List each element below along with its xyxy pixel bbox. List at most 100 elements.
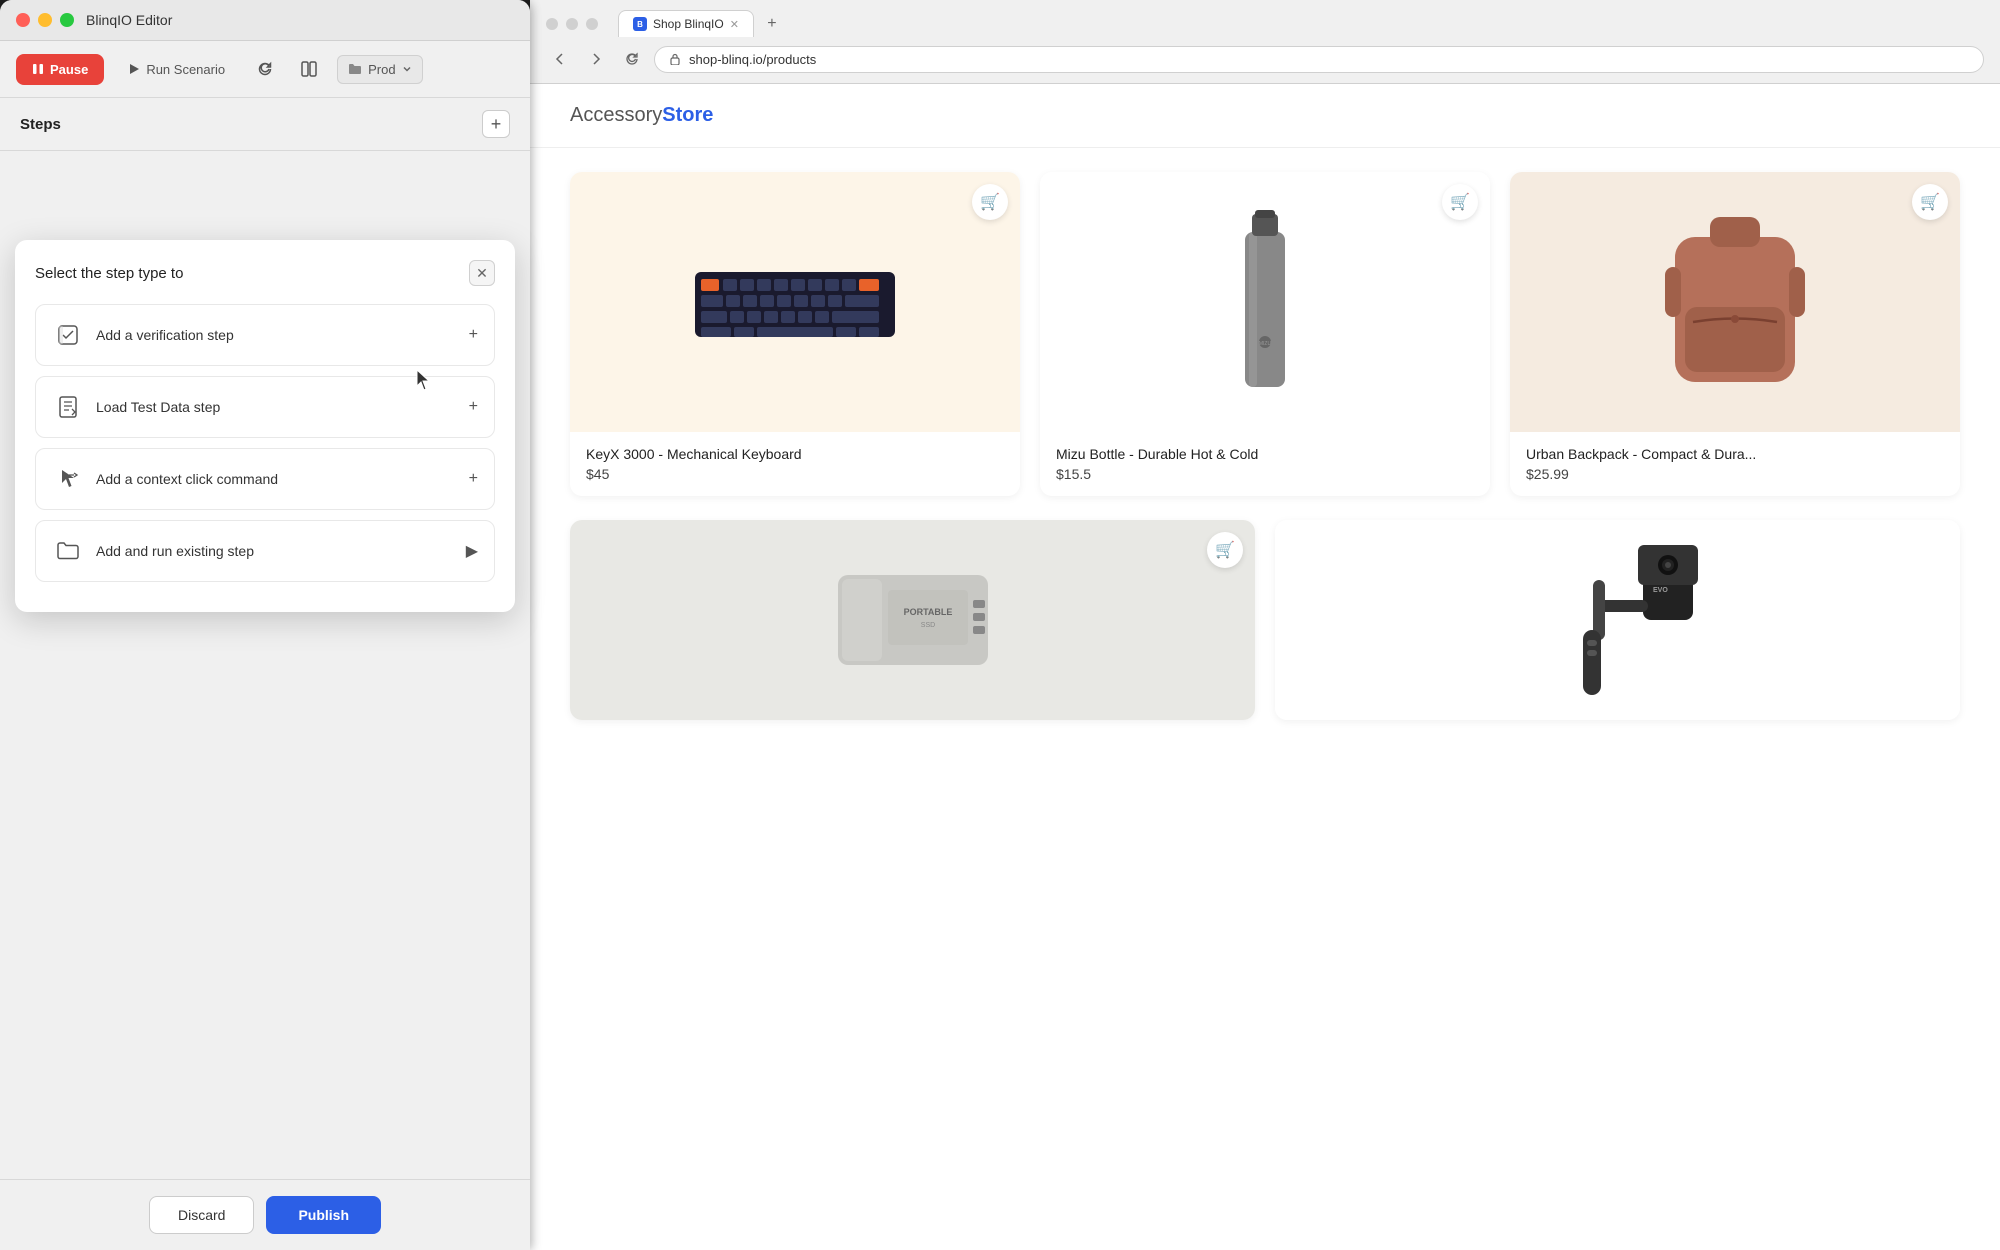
browser-tabs: B Shop BlinqIO ✕ + — [618, 10, 784, 37]
cart-button-ssd[interactable]: 🛒 — [1207, 532, 1243, 568]
forward-icon — [589, 52, 603, 66]
browser-content: AccessoryStore 🛒 — [530, 84, 2000, 1250]
browser-top-bar: B Shop BlinqIO ✕ + — [546, 10, 1984, 37]
steps-header: Steps + — [0, 98, 530, 151]
gimbal-image: EVO — [1533, 540, 1703, 700]
ssd-image: PORTABLE SSD — [818, 555, 1008, 685]
discard-button[interactable]: Discard — [149, 1196, 254, 1234]
browser-chrome: B Shop BlinqIO ✕ + — [530, 0, 2000, 84]
bottle-image: MIZU — [1225, 202, 1305, 402]
product-card-ssd: 🛒 PORTABLE SSD — [570, 520, 1255, 720]
product-img-ssd: 🛒 PORTABLE SSD — [570, 520, 1255, 720]
modal-close-button[interactable]: ✕ — [469, 260, 495, 286]
pause-icon — [32, 63, 44, 75]
minimize-traffic-light[interactable] — [38, 13, 52, 27]
existing-step-label: Add and run existing step — [96, 543, 254, 559]
layout-icon — [301, 61, 317, 77]
layout-button[interactable] — [293, 53, 325, 85]
refresh-button[interactable] — [249, 53, 281, 85]
browser-tab-active[interactable]: B Shop BlinqIO ✕ — [618, 10, 754, 37]
existing-step-icon — [52, 535, 84, 567]
env-label: Prod — [368, 62, 395, 77]
cart-button-bottle[interactable]: 🛒 — [1442, 184, 1478, 220]
shop-header: AccessoryStore — [530, 84, 2000, 148]
context-click-icon — [52, 463, 84, 495]
editor-bottom-bar: Discard Publish — [0, 1179, 530, 1250]
load-test-icon — [52, 391, 84, 423]
lock-icon — [669, 53, 681, 65]
run-label: Run Scenario — [146, 62, 225, 77]
step-type-modal: Select the step type to ✕ Add a verifica… — [15, 240, 515, 612]
pause-button[interactable]: Pause — [16, 54, 104, 85]
context-click-label: Add a context click command — [96, 471, 278, 487]
play-icon — [128, 63, 140, 75]
modal-title: Select the step type to — [35, 265, 183, 282]
traffic-lights — [16, 13, 74, 27]
run-scenario-button[interactable]: Run Scenario — [116, 54, 237, 85]
step-option-left-4: Add and run existing step — [52, 535, 254, 567]
step-option-context-click[interactable]: Add a context click command + — [35, 448, 495, 510]
context-click-add-icon: + — [469, 470, 478, 488]
browser-control-3 — [586, 18, 598, 30]
product-img-backpack: 🛒 — [1510, 172, 1960, 432]
verification-icon — [52, 319, 84, 351]
back-button[interactable] — [546, 45, 574, 73]
product-info-backpack: Urban Backpack - Compact & Dura... $25.9… — [1510, 432, 1960, 496]
shop-brand-light: Accessory — [570, 104, 662, 126]
modal-header: Select the step type to ✕ — [35, 260, 495, 286]
product-card-keyboard: 🛒 — [570, 172, 1020, 496]
steps-title: Steps — [20, 116, 61, 133]
browser-control-1 — [546, 18, 558, 30]
product-img-gimbal: EVO — [1275, 520, 1960, 720]
shop-brand: AccessoryStore — [570, 104, 1960, 127]
editor-panel: BlinqIO Editor Pause Run Scenario — [0, 0, 530, 1250]
publish-button[interactable]: Publish — [266, 1196, 381, 1234]
product-name-backpack: Urban Backpack - Compact & Dura... — [1526, 446, 1944, 462]
step-option-left-3: Add a context click command — [52, 463, 278, 495]
keyboard-image — [685, 252, 905, 352]
product-card-gimbal: EVO — [1275, 520, 1960, 720]
product-img-keyboard: 🛒 — [570, 172, 1020, 432]
tab-favicon: B — [633, 17, 647, 31]
verification-label: Add a verification step — [96, 327, 234, 343]
folder-icon — [348, 62, 362, 76]
cart-button-keyboard[interactable]: 🛒 — [972, 184, 1008, 220]
step-option-left-2: Load Test Data step — [52, 391, 220, 423]
reload-button[interactable] — [618, 45, 646, 73]
products-grid-row2: 🛒 PORTABLE SSD — [530, 520, 2000, 744]
maximize-traffic-light[interactable] — [60, 13, 74, 27]
product-name-bottle: Mizu Bottle - Durable Hot & Cold — [1056, 446, 1474, 462]
forward-button[interactable] — [582, 45, 610, 73]
shop-brand-bold: Store — [662, 104, 713, 126]
step-option-existing[interactable]: Add and run existing step ▶ — [35, 520, 495, 582]
back-icon — [553, 52, 567, 66]
tab-close-button[interactable]: ✕ — [730, 18, 739, 31]
existing-step-arrow-icon: ▶ — [466, 541, 478, 561]
product-price-backpack: $25.99 — [1526, 466, 1944, 482]
cart-button-backpack[interactable]: 🛒 — [1912, 184, 1948, 220]
chevron-down-icon — [402, 64, 412, 74]
product-price-keyboard: $45 — [586, 466, 1004, 482]
add-step-button[interactable]: + — [482, 110, 510, 138]
product-name-keyboard: KeyX 3000 - Mechanical Keyboard — [586, 446, 1004, 462]
product-card-bottle: 🛒 MIZU Mizu Bottle - — [1040, 172, 1490, 496]
tab-title: Shop BlinqIO — [653, 17, 724, 31]
product-card-backpack: 🛒 — [1510, 172, 1960, 496]
close-traffic-light[interactable] — [16, 13, 30, 27]
svg-text:EVO: EVO — [1653, 587, 1668, 594]
browser-panel: B Shop BlinqIO ✕ + — [530, 0, 2000, 1250]
backpack-image — [1655, 207, 1815, 397]
svg-text:MIZU: MIZU — [1259, 341, 1272, 347]
new-tab-button[interactable]: + — [760, 12, 784, 36]
address-bar[interactable]: shop-blinq.io/products — [654, 46, 1984, 73]
env-selector[interactable]: Prod — [337, 55, 422, 84]
product-price-bottle: $15.5 — [1056, 466, 1474, 482]
editor-title: BlinqIO Editor — [86, 12, 172, 28]
refresh-icon — [257, 61, 273, 77]
product-img-bottle: 🛒 MIZU — [1040, 172, 1490, 432]
verification-add-icon: + — [469, 326, 478, 344]
pause-label: Pause — [50, 62, 88, 77]
browser-nav: shop-blinq.io/products — [546, 45, 1984, 73]
step-option-verification[interactable]: Add a verification step + — [35, 304, 495, 366]
load-test-add-icon: + — [469, 398, 478, 416]
